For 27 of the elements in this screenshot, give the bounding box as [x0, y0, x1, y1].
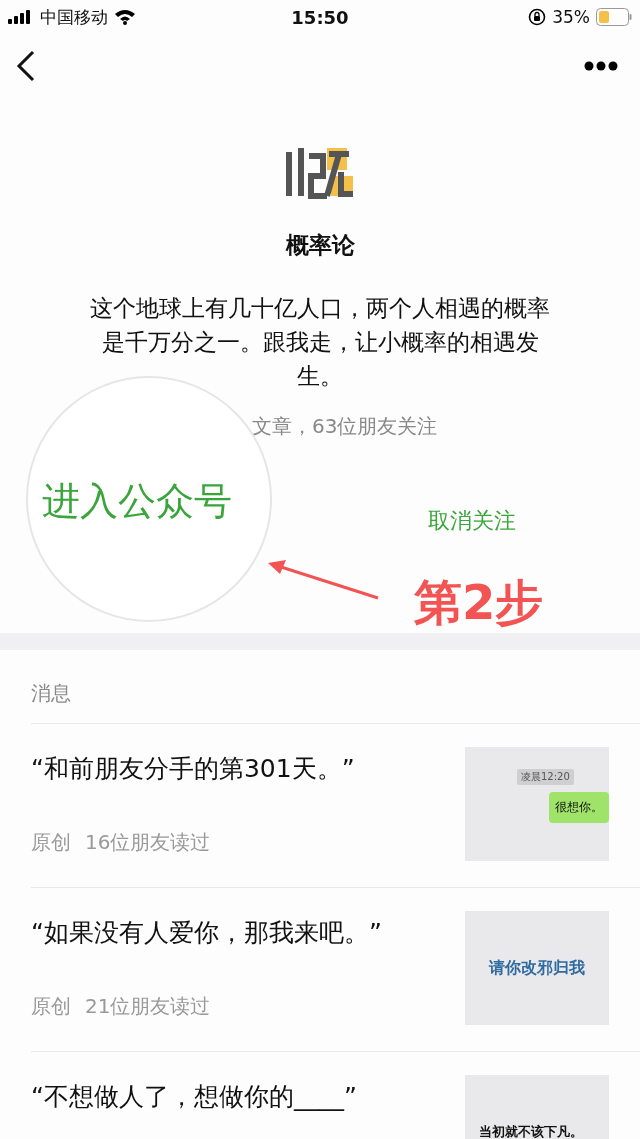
- account-name: 概率论: [285, 231, 355, 260]
- original-tag: 原创: [31, 993, 71, 1020]
- original-tag: 原创: [31, 829, 71, 856]
- article-thumbnail[interactable]: 当初就不该下凡。: [465, 1075, 609, 1139]
- read-count: 16位朋友读过: [85, 829, 211, 856]
- chat-timestamp: 凌晨12:20: [517, 769, 574, 785]
- article-title[interactable]: “和前朋友分手的第301天。”: [31, 752, 355, 785]
- article-title[interactable]: “如果没有人爱你，那我来吧。”: [31, 916, 382, 949]
- account-description: 这个地球上有几十亿人口，两个人相遇的概率是千万分之一。跟我走，让小概率的相遇发生。: [89, 294, 551, 391]
- article-thumbnail[interactable]: 请你改邪归我: [465, 911, 609, 1025]
- carrier-name: 中国移动: [40, 5, 108, 29]
- rotation-lock-icon: [528, 8, 547, 26]
- section-header: 消息: [31, 680, 72, 707]
- clock: 15:50: [291, 6, 349, 28]
- thumbnail-caption: 当初就不该下凡。: [479, 1123, 583, 1139]
- read-count: 21位朋友读过: [85, 993, 211, 1020]
- article-title[interactable]: “不想做人了，想做你的____”: [31, 1080, 357, 1113]
- wifi-icon: [114, 9, 136, 25]
- back-icon[interactable]: [16, 50, 36, 82]
- battery-percent: 35%: [552, 7, 590, 27]
- step-label: 第2步: [414, 573, 544, 632]
- account-stats: 文章，63位朋友关注: [252, 413, 438, 440]
- chat-bubble: 很想你。: [549, 792, 609, 823]
- more-icon[interactable]: [584, 61, 618, 71]
- battery-icon: [596, 8, 632, 26]
- thumbnail-caption: 请你改邪归我: [489, 957, 585, 979]
- article-thumbnail[interactable]: 凌晨12:20 很想你。: [465, 747, 609, 861]
